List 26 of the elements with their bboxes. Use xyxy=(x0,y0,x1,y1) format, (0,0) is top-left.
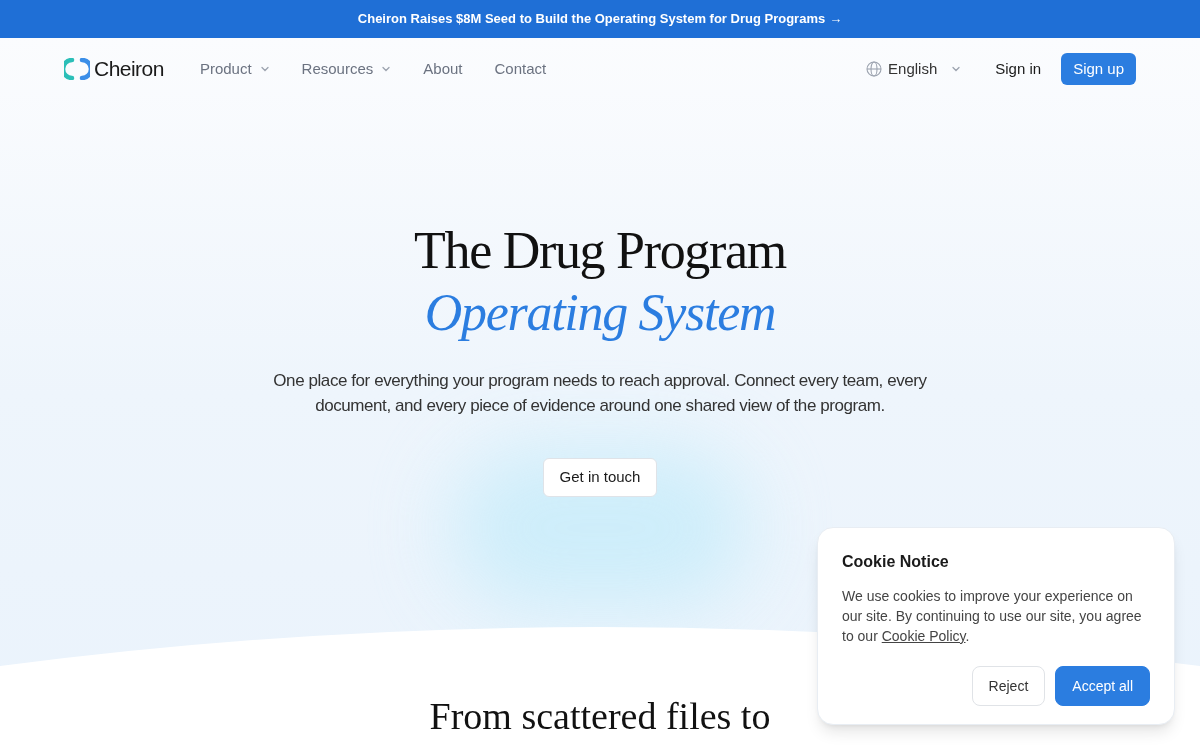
hero-title-accent: Operating System xyxy=(424,283,776,343)
brand-name: Cheiron xyxy=(94,56,164,83)
announcement-bar[interactable]: Cheiron Raises $8M Seed to Build the Operating System for Drug Programs → xyxy=(0,0,1200,38)
section-heading: From scattered files to xyxy=(428,694,772,739)
accept-button[interactable]: Accept all xyxy=(1055,666,1150,706)
hero-title: The Drug Program xyxy=(414,221,786,281)
brand-logo[interactable]: Cheiron xyxy=(64,53,164,85)
reject-button[interactable]: Reject xyxy=(971,666,1046,706)
language-selector[interactable]: English xyxy=(866,57,962,81)
get-in-touch-button[interactable]: Get in touch xyxy=(542,458,658,497)
sign-up-button[interactable]: Sign up xyxy=(1061,53,1136,85)
cookie-title: Cookie Notice xyxy=(842,552,950,572)
logo-icon xyxy=(64,58,90,80)
chevron-down-icon xyxy=(381,64,392,74)
arrow-icon: → xyxy=(829,9,843,29)
nav-link[interactable]: Resources xyxy=(301,57,392,81)
nav-link[interactable]: Contact xyxy=(494,57,547,81)
chevron-down-icon xyxy=(259,64,270,74)
globe-icon xyxy=(866,61,883,77)
sign-in-button[interactable]: Sign in xyxy=(991,57,1046,81)
announcement-text: Cheiron Raises $8M Seed to Build the Operating System for Drug Programs xyxy=(357,10,826,29)
chevron-down-icon xyxy=(951,64,962,74)
hero-subtitle: One place for everything your program needs to reach approval. Connect every team, every document, and every piece of evidence around one shared view of the program. xyxy=(272,370,928,417)
nav-link[interactable]: About xyxy=(423,57,463,81)
nav-link[interactable]: Product xyxy=(199,57,270,81)
cookie-text: We use cookies to improve your experience on our site. By continuing to use our site, you agree to our Cookie Policy. xyxy=(842,587,1143,646)
